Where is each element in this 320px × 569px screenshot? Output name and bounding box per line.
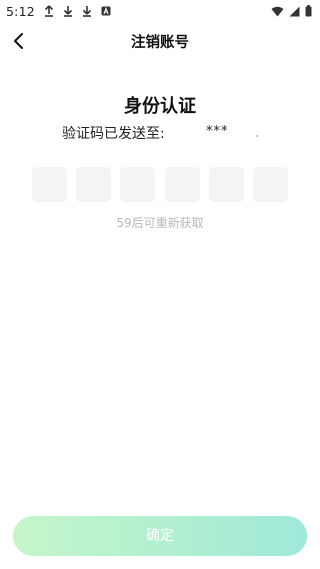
code-box-2[interactable] bbox=[76, 167, 112, 202]
wifi-icon bbox=[271, 2, 284, 21]
code-box-6[interactable] bbox=[252, 167, 288, 202]
status-right bbox=[271, 2, 312, 21]
download-icon bbox=[82, 5, 92, 17]
resend-countdown: 59后可重新获取 bbox=[116, 216, 204, 230]
battery-icon bbox=[305, 2, 312, 21]
code-box-1[interactable] bbox=[32, 167, 67, 202]
page-title: 注销账号 bbox=[131, 35, 189, 51]
phone-trailing-mark bbox=[256, 135, 258, 137]
upload-icon bbox=[44, 5, 54, 17]
code-box-3[interactable] bbox=[120, 167, 156, 202]
signal-icon bbox=[289, 2, 300, 21]
verification-code-input[interactable] bbox=[32, 167, 288, 202]
code-box-5[interactable] bbox=[208, 167, 244, 202]
confirm-button[interactable]: 确定 bbox=[13, 516, 307, 556]
status-time: 5:12 bbox=[6, 3, 35, 19]
nav-bar: 注销账号 bbox=[0, 26, 320, 56]
masked-phone-number: *** bbox=[206, 124, 229, 139]
status-bar: 5:12 bbox=[0, 0, 320, 22]
status-left: 5:12 bbox=[6, 4, 111, 19]
download-icon bbox=[63, 5, 73, 17]
a-app-icon bbox=[101, 5, 111, 17]
code-sent-label: 验证码已发送至: bbox=[62, 126, 165, 142]
code-box-4[interactable] bbox=[164, 167, 200, 202]
auth-title: 身份认证 bbox=[124, 96, 196, 117]
code-sent-line: 验证码已发送至: *** bbox=[62, 123, 282, 143]
